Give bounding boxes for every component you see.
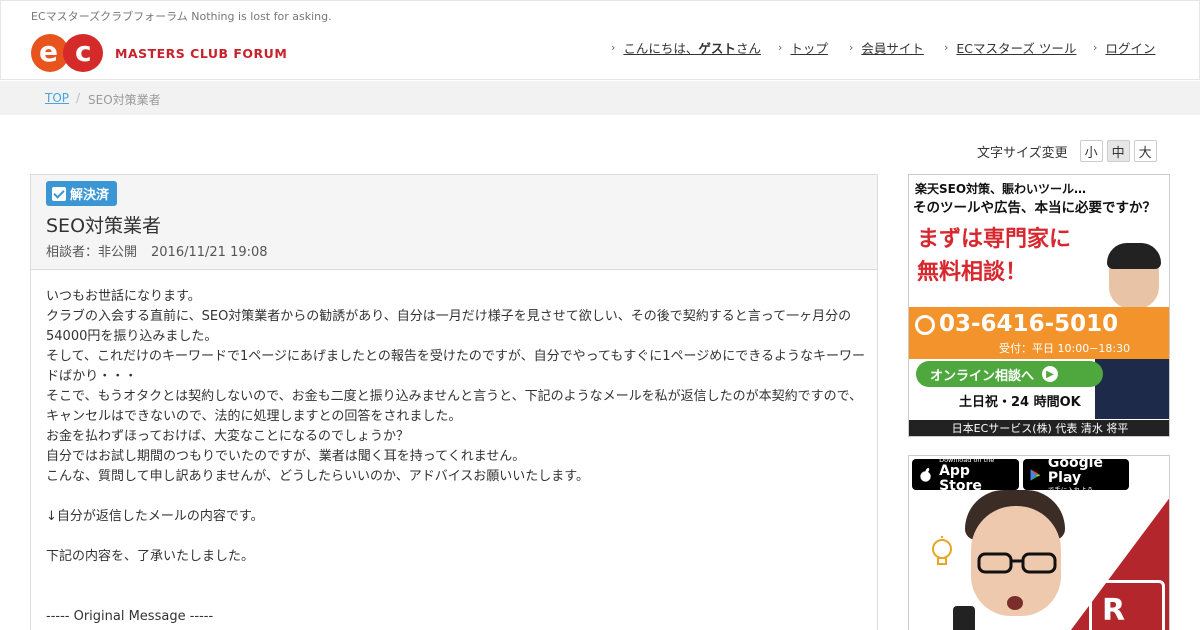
- post-blank-line: [46, 527, 866, 547]
- post-paragraph: こんな、質問して申し訳ありませんが、どうしたらいいのか、アドバイスお願いいたしま…: [46, 469, 590, 484]
- online-consult-button[interactable]: オンライン相談へ ▶: [916, 361, 1103, 387]
- apple-icon: [920, 467, 931, 482]
- font-size-label: 文字サイズ変更: [977, 145, 1068, 161]
- post-paragraph: 下記の内容を、了承いたしました。: [46, 549, 255, 564]
- nav-members-label: 会員サイト: [861, 41, 924, 56]
- header-nav: › こんにちは、ゲストさん › トップ › 会員サイト › ECマスターズ ツー…: [1, 38, 1200, 58]
- breadcrumb-separator: /: [76, 91, 81, 105]
- chevron-right-icon: ›: [944, 41, 949, 54]
- post-title: SEO対策業者: [46, 215, 162, 237]
- nav-members[interactable]: › 会員サイト: [849, 38, 924, 57]
- ad-hours: 受付：平日 10:00−18:30: [999, 342, 1131, 355]
- post-paragraph: いつもお世話になります。: [46, 289, 201, 304]
- greeting-name: ゲスト: [698, 41, 736, 56]
- post-blank-line: [46, 567, 866, 587]
- app-store-badge[interactable]: Download on the App Store: [912, 456, 1019, 493]
- play-arrow-icon: ▶: [1042, 366, 1059, 382]
- resolved-badge: 解決済: [46, 181, 118, 206]
- nav-top[interactable]: › トップ: [778, 38, 828, 57]
- nav-tools[interactable]: › ECマスターズ ツール: [944, 38, 1076, 57]
- app-store-large-text: App Store: [939, 462, 982, 494]
- check-icon: [52, 186, 66, 201]
- breadcrumb: TOP / SEO対策業者: [0, 81, 1200, 115]
- post-paragraph: ----- Original Message -----: [46, 609, 214, 624]
- ad-headline-2: 無料相談！: [917, 260, 1028, 285]
- nav-login-label: ログイン: [1105, 41, 1156, 56]
- ad-line-2: そのツールや広告、本当に必要ですか？: [913, 200, 1156, 216]
- post-paragraph: ↓自分が返信したメールの内容です。: [46, 509, 264, 524]
- post-blank-line: [46, 487, 866, 507]
- post-author: 相談者：非公開: [46, 245, 138, 260]
- nav-login[interactable]: › ログイン: [1093, 38, 1155, 57]
- post-blank-line: [46, 587, 866, 607]
- font-size-switcher: 文字サイズ変更 小 中 大: [977, 139, 1157, 163]
- online-consult-label: オンライン相談へ: [930, 368, 1035, 384]
- phone-icon: [915, 315, 935, 335]
- chevron-right-icon: ›: [849, 41, 854, 54]
- app-logo-letter: R: [1102, 593, 1126, 628]
- ad-footer: 日本ECサービス(株) 代表 清水 将平: [909, 420, 1169, 436]
- glasses-icon: [977, 552, 1057, 574]
- app-ad-banner[interactable]: Download on the App Store Google Play で手に入…: [908, 455, 1170, 630]
- post-body: いつもお世話になります。 クラブの入会する直前に、SEO対策業者からの勧誘があり…: [46, 287, 866, 627]
- post-paragraph: そして、これだけのキーワードで1ページにあげましたとの報告を受けたのですが、自分…: [46, 349, 866, 384]
- nav-top-label: トップ: [790, 41, 828, 56]
- resolved-badge-label: 解決済: [70, 188, 110, 203]
- chevron-right-icon: ›: [611, 41, 616, 54]
- post-date: 2016/11/21 19:08: [151, 245, 268, 260]
- post-paragraph: お金を払わずほっておけば、大変なことになるのでしょうか？: [46, 429, 409, 444]
- post-paragraph: クラブの入会する直前に、SEO対策業者からの勧誘があり、自分は一月だけ様子を見さ…: [46, 309, 852, 344]
- post-card: 解決済 SEO対策業者 相談者：非公開 2016/11/21 19:08 いつもお…: [30, 174, 878, 630]
- smartphone-image: [953, 606, 975, 630]
- site-tagline: ECマスターズクラブフォーラム Nothing is lost for aski…: [31, 10, 332, 23]
- google-play-large-text: Google Play: [1047, 455, 1103, 486]
- lightbulb-icon: [932, 536, 952, 565]
- font-size-large-button[interactable]: 大: [1133, 140, 1157, 162]
- ad-headline-1: まずは専門家に: [917, 227, 1072, 252]
- site-header: ECマスターズクラブフォーラム Nothing is lost for aski…: [0, 0, 1200, 80]
- greeting-suffix: さん: [735, 41, 761, 56]
- nav-tools-label: ECマスターズ ツール: [956, 41, 1077, 56]
- ad-headline: まずは専門家に 無料相談！: [917, 223, 1071, 289]
- breadcrumb-top-link[interactable]: TOP: [45, 91, 69, 105]
- nav-greeting[interactable]: › こんにちは、ゲストさん: [611, 38, 761, 57]
- post-meta: 相談者：非公開 2016/11/21 19:08: [46, 241, 268, 260]
- chevron-right-icon: ›: [778, 41, 783, 54]
- post-header: 解決済 SEO対策業者 相談者：非公開 2016/11/21 19:08: [31, 175, 877, 270]
- app-logo-icon: R: [1089, 580, 1165, 630]
- post-paragraph: そこで、もうオタクとは契約しないので、お金も二度と振り込みませんと言うと、下記の…: [46, 389, 863, 424]
- google-play-small-text: で手に入れよう: [1047, 485, 1094, 494]
- ad-line-1: 楽天SEO対策、賑わいツール…: [915, 182, 1087, 196]
- font-size-medium-button[interactable]: 中: [1106, 140, 1130, 162]
- ad-phone-number: 03-6416-5010: [939, 311, 1119, 337]
- greeting-prefix: こんにちは、: [623, 41, 699, 56]
- font-size-small-button[interactable]: 小: [1079, 140, 1103, 162]
- post-paragraph: 自分ではお試し期間のつもりでいたのですが、業者は聞く耳を持ってくれません。: [46, 449, 526, 464]
- consultation-ad-banner[interactable]: 楽天SEO対策、賑わいツール… そのツールや広告、本当に必要ですか？ まずは専門…: [908, 174, 1170, 437]
- chevron-right-icon: ›: [1093, 41, 1098, 54]
- breadcrumb-current: SEO対策業者: [88, 93, 161, 107]
- ad-weekend-note: 土日祝・24 時間OK: [959, 395, 1081, 410]
- google-play-icon: [1030, 468, 1041, 481]
- google-play-badge[interactable]: Google Play で手に入れよう: [1023, 455, 1129, 494]
